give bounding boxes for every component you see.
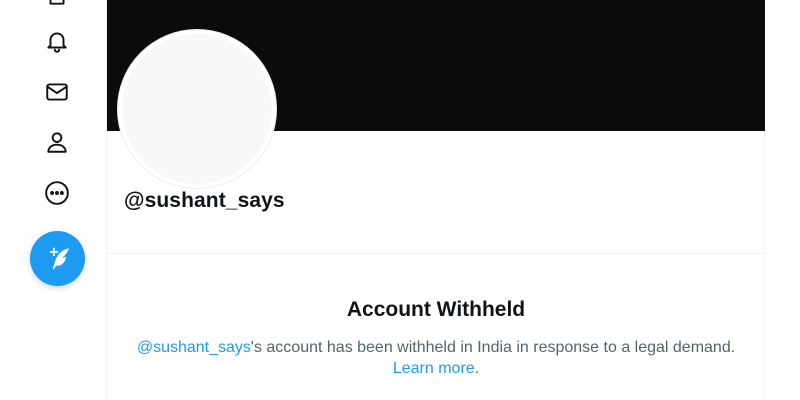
compose-tweet-button[interactable] [30,231,85,286]
withheld-message: @sushant_says's account has been withhel… [107,337,765,379]
more-icon[interactable] [32,168,82,218]
mail-icon[interactable] [32,67,82,117]
learn-more-link[interactable]: Learn more [393,360,475,377]
handle-link[interactable]: @sushant_says [137,339,251,356]
withheld-text: 's account has been withheld in India in… [250,339,736,356]
section-divider [107,253,765,254]
profile-icon[interactable] [32,117,82,167]
right-gutter [765,0,800,400]
feather-plus-icon [49,247,69,269]
withheld-title: Account Withheld [346,298,526,321]
profile-handle: @sushant_says [124,189,285,212]
learn-more-period: . [474,360,480,377]
bell-icon[interactable] [32,16,82,66]
profile-main-column: @sushant_says Account Withheld @sushant_… [106,0,765,400]
sidebar-nav [0,0,106,400]
avatar[interactable] [118,30,276,188]
